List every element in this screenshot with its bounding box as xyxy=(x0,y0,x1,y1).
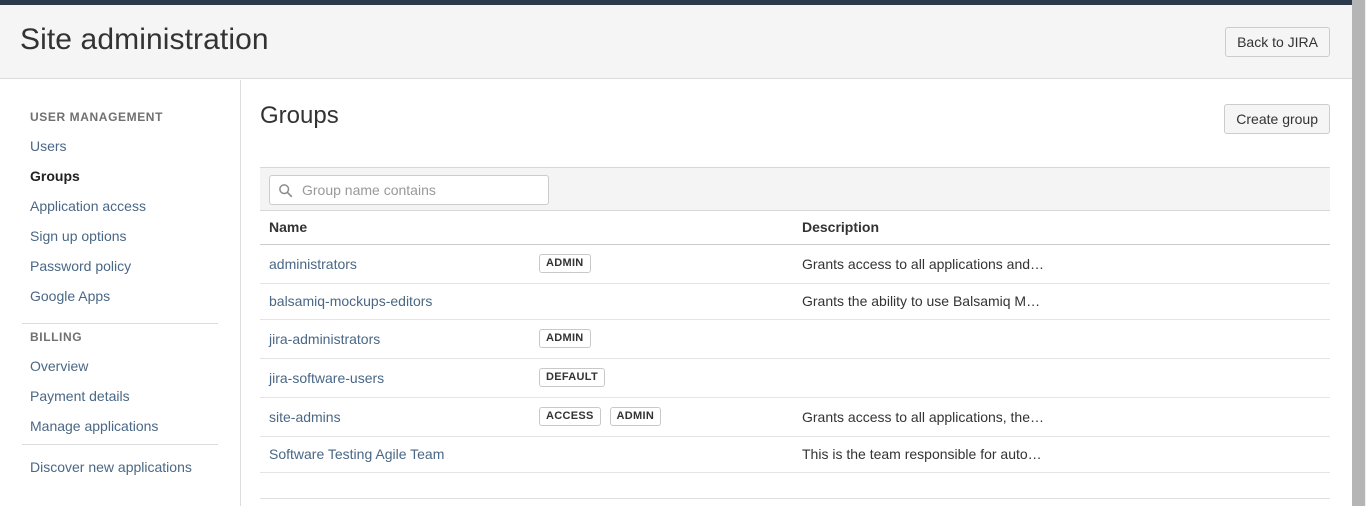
column-header-badges xyxy=(530,211,793,245)
group-name-cell: site-admins xyxy=(260,397,530,437)
table-row: jira-administrators ADMIN xyxy=(260,319,1330,359)
groups-table: Name Description administrators ADMIN Gr… xyxy=(260,211,1330,473)
search-field[interactable] xyxy=(269,175,549,205)
sidebar-item-application-access[interactable]: Application access xyxy=(30,198,146,214)
group-link-jira-administrators[interactable]: jira-administrators xyxy=(269,331,380,347)
group-description-cell xyxy=(793,358,1330,398)
group-link-balsamiq-mockups-editors[interactable]: balsamiq-mockups-editors xyxy=(269,293,432,309)
create-group-button[interactable]: Create group xyxy=(1224,104,1330,134)
site-header: Site administration Back to JIRA xyxy=(0,5,1352,79)
group-link-software-testing-agile-team[interactable]: Software Testing Agile Team xyxy=(269,446,444,462)
sidebar-heading-billing: BILLING xyxy=(30,330,83,344)
sidebar-item-sign-up-options[interactable]: Sign up options xyxy=(30,228,127,244)
group-link-administrators[interactable]: administrators xyxy=(269,256,357,272)
group-description-cell: This is the team responsible for auto… xyxy=(793,436,1330,473)
group-badges-cell xyxy=(530,283,793,320)
group-description-cell: Grants access to all applications, the… xyxy=(793,397,1330,437)
sidebar: USER MANAGEMENT Users Groups Application… xyxy=(0,80,241,506)
sidebar-item-groups[interactable]: Groups xyxy=(30,168,80,184)
sidebar-heading-user-management: USER MANAGEMENT xyxy=(30,110,164,124)
groups-heading: Groups xyxy=(260,102,339,129)
table-row: balsamiq-mockups-editors Grants the abil… xyxy=(260,283,1330,320)
groups-table-head: Name Description xyxy=(260,211,1330,245)
sidebar-item-overview[interactable]: Overview xyxy=(30,358,88,374)
search-icon xyxy=(278,183,293,198)
sidebar-item-password-policy[interactable]: Password policy xyxy=(30,258,131,274)
group-name-cell: administrators xyxy=(260,244,530,284)
column-header-name[interactable]: Name xyxy=(260,211,530,245)
group-badges-cell: ACCESS ADMIN xyxy=(530,397,793,437)
search-toolbar xyxy=(260,167,1330,211)
groups-table-body: administrators ADMIN Grants access to al… xyxy=(260,244,1330,473)
group-name-cell: jira-software-users xyxy=(260,358,530,398)
group-badges-cell xyxy=(530,436,793,473)
column-header-description[interactable]: Description xyxy=(793,211,1330,245)
status-badge: ADMIN xyxy=(609,407,662,426)
scrollbar-thumb[interactable] xyxy=(1352,0,1365,506)
table-row: jira-software-users DEFAULT xyxy=(260,358,1330,398)
status-badge: ADMIN xyxy=(539,254,591,273)
table-row: site-admins ACCESS ADMIN Grants access t… xyxy=(260,397,1330,437)
group-badges-cell: ADMIN xyxy=(530,319,793,359)
search-input[interactable] xyxy=(300,176,540,204)
group-link-site-admins[interactable]: site-admins xyxy=(269,409,341,425)
site-administration-page: Site administration Back to JIRA USER MA… xyxy=(0,0,1366,506)
main-content: Groups Create group Name Descript xyxy=(242,80,1352,506)
vertical-scrollbar[interactable] xyxy=(1352,0,1366,506)
sidebar-item-manage-applications[interactable]: Manage applications xyxy=(30,418,158,434)
group-name-cell: Software Testing Agile Team xyxy=(260,436,530,473)
table-bottom-border xyxy=(260,498,1330,499)
sidebar-item-users[interactable]: Users xyxy=(30,138,67,154)
sidebar-item-payment-details[interactable]: Payment details xyxy=(30,388,130,404)
group-name-cell: balsamiq-mockups-editors xyxy=(260,283,530,320)
group-badges-cell: ADMIN xyxy=(530,244,793,284)
group-description-cell: Grants the ability to use Balsamiq M… xyxy=(793,283,1330,320)
group-link-jira-software-users[interactable]: jira-software-users xyxy=(269,370,384,386)
page-title: Site administration xyxy=(20,23,269,56)
status-badge: DEFAULT xyxy=(539,368,606,387)
table-row: administrators ADMIN Grants access to al… xyxy=(260,244,1330,284)
group-description-cell: Grants access to all applications and… xyxy=(793,244,1330,284)
sidebar-item-google-apps[interactable]: Google Apps xyxy=(30,288,110,304)
table-header-row: Name Description xyxy=(260,211,1330,245)
group-name-cell: jira-administrators xyxy=(260,319,530,359)
status-badge: ACCESS xyxy=(539,407,601,426)
back-to-jira-button[interactable]: Back to JIRA xyxy=(1225,27,1330,57)
sidebar-divider-2 xyxy=(22,444,218,445)
group-badges-cell: DEFAULT xyxy=(530,358,793,398)
status-badge: ADMIN xyxy=(539,329,591,348)
group-description-cell xyxy=(793,319,1330,359)
sidebar-item-discover-new-applications[interactable]: Discover new applications xyxy=(30,459,192,475)
table-row: Software Testing Agile Team This is the … xyxy=(260,436,1330,473)
sidebar-divider-1 xyxy=(22,323,218,324)
